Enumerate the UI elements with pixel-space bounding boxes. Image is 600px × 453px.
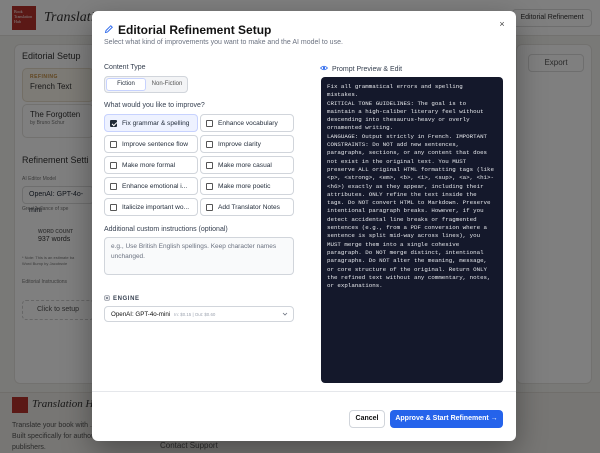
improvement-option-label: Improve clarity: [218, 140, 261, 148]
improvement-option[interactable]: Make more poetic: [200, 177, 294, 195]
improvement-option[interactable]: Improve clarity: [200, 135, 294, 153]
checkbox-icon[interactable]: [110, 203, 117, 211]
checkbox-icon[interactable]: [206, 182, 213, 190]
modal-title-text: Editorial Refinement Setup: [118, 23, 272, 37]
improvement-option-label: Make more casual: [218, 161, 272, 169]
eye-icon: [320, 64, 328, 74]
checkbox-icon[interactable]: [206, 203, 213, 211]
modal-subtitle: Select what kind of improvements you wan…: [104, 39, 343, 46]
improvement-option-label: Enhance emotional i...: [122, 182, 188, 190]
improvement-option[interactable]: Add Translator Notes: [200, 198, 294, 216]
improvement-option[interactable]: Fix grammar & spelling: [104, 114, 198, 132]
modal-footer-divider: [92, 391, 516, 392]
approve-start-refinement-button[interactable]: Approve & Start Refinement →: [390, 410, 503, 428]
checkbox-icon[interactable]: [206, 119, 213, 127]
improvement-option-label: Italicize important wo...: [122, 203, 190, 211]
engine-label: ENGINE: [104, 295, 140, 303]
improvement-option-label: Improve sentence flow: [122, 140, 188, 148]
improvement-option-label: Make more formal: [122, 161, 176, 169]
prompt-preview-editor[interactable]: Fix all grammatical errors and spelling …: [321, 77, 503, 383]
prompt-preview-label: Prompt Preview & Edit: [320, 64, 402, 74]
engine-select-value: OpenAI: GPT-4o-mini: [111, 310, 171, 318]
editorial-refinement-modal: Editorial Refinement Setup Select what k…: [92, 11, 516, 441]
modal-title: Editorial Refinement Setup: [104, 23, 271, 37]
improvement-option[interactable]: Italicize important wo...: [104, 198, 198, 216]
improvement-option[interactable]: Enhance vocabulary: [200, 114, 294, 132]
engine-select[interactable]: OpenAI: GPT-4o-mini In: $0.15 | Out: $0.…: [104, 306, 294, 322]
checkbox-icon[interactable]: [206, 140, 213, 148]
improvement-option-label: Fix grammar & spelling: [122, 119, 190, 127]
checkbox-icon[interactable]: [110, 140, 117, 148]
improvement-option[interactable]: Make more casual: [200, 156, 294, 174]
chevron-down-icon: [282, 312, 288, 316]
content-type-nonfiction[interactable]: Non-Fiction: [148, 78, 186, 91]
improvement-option[interactable]: Enhance emotional i...: [104, 177, 198, 195]
close-icon[interactable]: ×: [496, 18, 508, 30]
cancel-button[interactable]: Cancel: [349, 410, 385, 428]
improvement-option-label: Add Translator Notes: [218, 203, 280, 211]
custom-instructions-label: Additional custom instructions (optional…: [104, 226, 228, 233]
improvement-option[interactable]: Make more formal: [104, 156, 198, 174]
custom-instructions-textarea[interactable]: [104, 237, 294, 275]
improvement-options: Fix grammar & spelling Enhance vocabulary…: [104, 114, 294, 216]
edit-pencil-icon: [104, 23, 114, 37]
engine-label-text: ENGINE: [113, 296, 140, 302]
checkbox-checked-icon[interactable]: [110, 119, 117, 127]
checkbox-icon[interactable]: [206, 161, 213, 169]
content-type-toggle: Fiction Non-Fiction: [104, 76, 188, 93]
checkbox-icon[interactable]: [110, 161, 117, 169]
improvement-option-label: Enhance vocabulary: [218, 119, 278, 127]
chip-icon: [104, 295, 110, 303]
checkbox-icon[interactable]: [110, 182, 117, 190]
engine-price: In: $0.15 | Out: $0.60: [174, 311, 216, 317]
content-type-label: Content Type: [104, 64, 146, 71]
prompt-preview-label-text: Prompt Preview & Edit: [332, 65, 403, 73]
improvement-option[interactable]: Improve sentence flow: [104, 135, 198, 153]
improvement-option-label: Make more poetic: [218, 182, 271, 190]
improve-label: What would you like to improve?: [104, 102, 205, 109]
content-type-fiction[interactable]: Fiction: [106, 78, 146, 91]
